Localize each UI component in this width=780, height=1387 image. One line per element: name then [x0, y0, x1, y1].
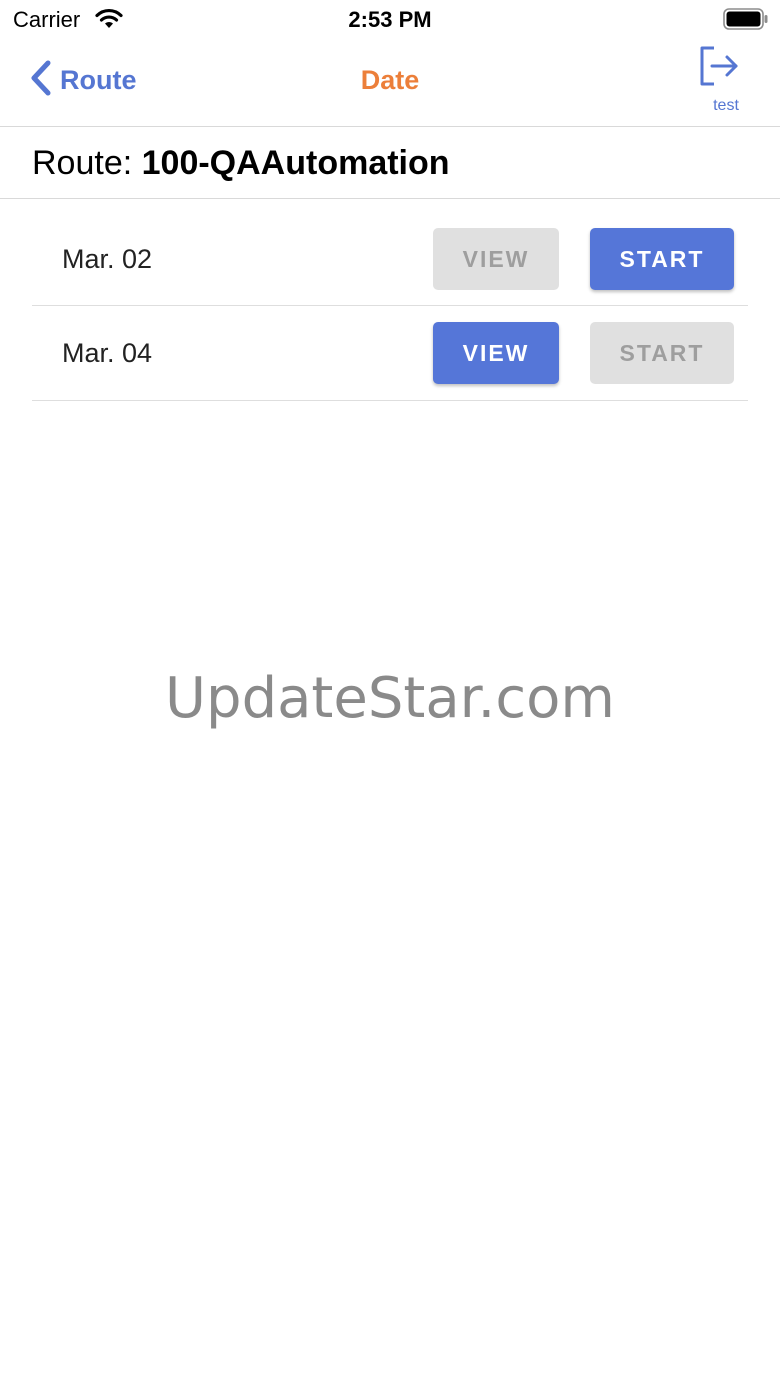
logout-icon	[698, 44, 742, 93]
date-row: Mar. 04 VIEW START	[32, 306, 748, 401]
clock: 2:53 PM	[348, 7, 432, 32]
view-button: VIEW	[433, 228, 559, 290]
route-header: Route: 100-QAAutomation	[0, 127, 780, 199]
status-bar: Carrier 2:53 PM	[0, 0, 780, 40]
start-button: START	[590, 322, 734, 384]
date-label: Mar. 02	[62, 244, 153, 274]
view-button[interactable]: VIEW	[433, 322, 559, 384]
date-label: Mar. 04	[62, 338, 153, 368]
date-list: Mar. 02 VIEW START Mar. 04 VIEW START	[32, 212, 748, 401]
route-prefix: Route:	[32, 144, 142, 182]
logout-button[interactable]: test	[694, 44, 758, 120]
date-row: Mar. 02 VIEW START	[32, 212, 748, 306]
route-name: 100-QAAutomation	[141, 144, 450, 182]
user-label: test	[713, 97, 739, 114]
page-title: Date	[360, 65, 420, 95]
nav-bar: Route Date test	[0, 40, 780, 127]
battery-icon	[723, 8, 769, 35]
route-title: Route: 100-QAAutomation	[32, 144, 450, 183]
start-button[interactable]: START	[590, 228, 734, 290]
watermark: UpdateStar.com	[165, 666, 615, 731]
